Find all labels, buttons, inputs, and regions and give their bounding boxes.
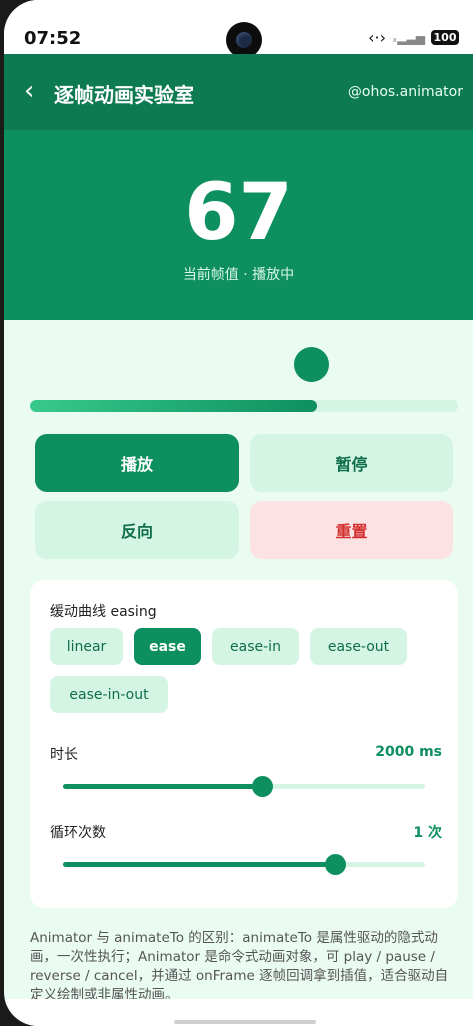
animated-ball: [294, 347, 329, 382]
frame-value: 67: [184, 168, 293, 258]
settings-card: 缓动曲线 easing linear ease ease-in ease-out…: [30, 580, 458, 908]
app-bar: ‹ 逐帧动画实验室 @ohos.animator: [4, 54, 473, 130]
loop-slider-fill: [63, 862, 335, 867]
loop-value: 1 次: [413, 825, 442, 841]
status-time: 07:52: [24, 28, 82, 49]
easing-chip-ease-in[interactable]: ease-in: [212, 628, 299, 665]
progress-bar: [30, 400, 458, 412]
loop-slider[interactable]: [63, 854, 425, 875]
module-name: @ohos.animator: [347, 84, 463, 100]
camera-cutout: [226, 22, 262, 58]
page-title: 逐帧动画实验室: [54, 83, 194, 107]
duration-slider-thumb[interactable]: [252, 776, 274, 797]
home-indicator[interactable]: [174, 1020, 316, 1024]
easing-chip-linear[interactable]: linear: [50, 628, 123, 665]
play-button[interactable]: 播放: [35, 434, 239, 492]
easing-chip-ease[interactable]: ease: [134, 628, 201, 665]
duration-slider[interactable]: [63, 776, 425, 797]
code-icon: ‹·›: [368, 28, 386, 47]
reset-button[interactable]: 重置: [250, 501, 453, 559]
description-text: Animator 与 animateTo 的区别：animateTo 是属性驱动…: [30, 930, 449, 1003]
easing-label: 缓动曲线 easing: [50, 604, 157, 620]
duration-label: 时长: [50, 747, 78, 763]
reverse-button[interactable]: 反向: [35, 501, 239, 559]
easing-chip-ease-out[interactable]: ease-out: [310, 628, 407, 665]
progress-fill: [30, 400, 317, 412]
frame-caption: 当前帧值 · 播放中: [182, 267, 295, 283]
duration-value: 2000 ms: [375, 744, 442, 760]
signal-icon: ₓ▂▃▅: [391, 30, 425, 45]
loop-label: 循环次数: [50, 825, 106, 841]
pause-button[interactable]: 暂停: [250, 434, 453, 492]
chevron-left-icon[interactable]: ‹: [24, 78, 34, 104]
frame-display: 67 当前帧值 · 播放中: [4, 130, 473, 320]
easing-chip-ease-in-out[interactable]: ease-in-out: [50, 676, 168, 713]
status-bar: 07:52 ‹·› ₓ▂▃▅ 100: [4, 0, 473, 58]
navigation-bar: [4, 999, 473, 1026]
status-icons: ‹·› ₓ▂▃▅ 100: [368, 28, 459, 47]
battery-icon: 100: [431, 30, 459, 45]
duration-slider-fill: [63, 784, 263, 789]
loop-slider-thumb[interactable]: [324, 854, 346, 875]
phone-screen: 07:52 ‹·› ₓ▂▃▅ 100 ‹ 逐帧动画实验室 @ohos.anima…: [4, 0, 473, 1026]
